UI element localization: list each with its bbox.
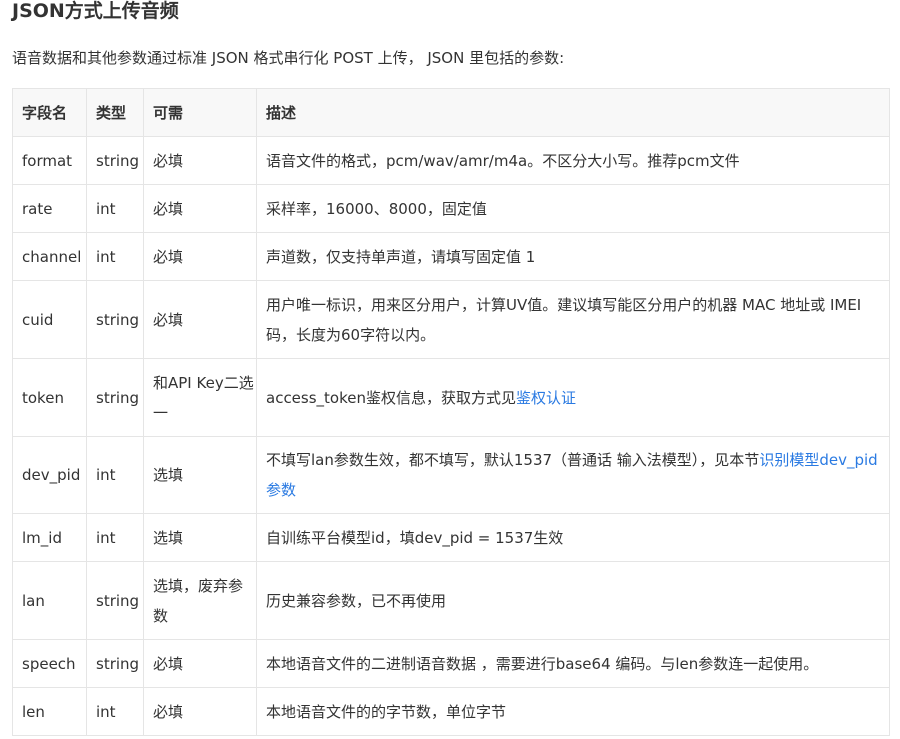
table-header-row: 字段名 类型 可需 描述 (12, 88, 890, 137)
cell-description: 本地语音文件的二进制语音数据 ，需要进行base64 编码。与len参数连一起使… (256, 639, 890, 688)
table-row: lm_id int 选填 自训练平台模型id，填dev_pid = 1537生效 (12, 513, 890, 562)
intro-paragraph: 语音数据和其他参数通过标准 JSON 格式串行化 POST 上传， JSON 里… (12, 49, 565, 67)
cell-name: cuid (12, 280, 87, 359)
cell-required: 和API Key二选一 (143, 358, 257, 437)
cell-description: 用户唯一标识，用来区分用户，计算UV值。建议填写能区分用户的机器 MAC 地址或… (256, 280, 890, 359)
cell-type: int (86, 687, 144, 736)
table-row: speech string 必填 本地语音文件的二进制语音数据 ，需要进行bas… (12, 639, 890, 688)
cell-type: int (86, 436, 144, 514)
cell-required: 必填 (143, 687, 257, 736)
table-row: dev_pid int 选填 不填写lan参数生效，都不填写，默认1537（普通… (12, 436, 890, 514)
cell-type: string (86, 561, 144, 640)
cell-required: 选填 (143, 436, 257, 514)
cell-required: 选填，废弃参数 (143, 561, 257, 640)
cell-type: string (86, 639, 144, 688)
header-field-name: 字段名 (12, 88, 87, 137)
cell-type: string (86, 280, 144, 359)
cell-required: 必填 (143, 136, 257, 185)
cell-required: 必填 (143, 184, 257, 233)
cell-description: 本地语音文件的的字节数，单位字节 (256, 687, 890, 736)
description-text: access_token鉴权信息，获取方式见 (266, 388, 516, 407)
cell-name: format (12, 136, 87, 185)
table-row: token string 和API Key二选一 access_token鉴权信… (12, 358, 890, 437)
cell-required: 必填 (143, 280, 257, 359)
cell-name: len (12, 687, 87, 736)
cell-type: string (86, 136, 144, 185)
table-row: channel int 必填 声道数，仅支持单声道，请填写固定值 1 (12, 232, 890, 281)
cell-name: channel (12, 232, 87, 281)
cell-description: 声道数，仅支持单声道，请填写固定值 1 (256, 232, 890, 281)
cell-description: 自训练平台模型id，填dev_pid = 1537生效 (256, 513, 890, 562)
cell-type: int (86, 232, 144, 281)
cell-description: 采样率，16000、8000，固定值 (256, 184, 890, 233)
table-row: lan string 选填，废弃参数 历史兼容参数，已不再使用 (12, 561, 890, 640)
header-description: 描述 (256, 88, 890, 137)
table-row: cuid string 必填 用户唯一标识，用来区分用户，计算UV值。建议填写能… (12, 280, 890, 359)
table-row: rate int 必填 采样率，16000、8000，固定值 (12, 184, 890, 233)
document: JSON方式上传音频 语音数据和其他参数通过标准 JSON 格式串行化 POST… (0, 0, 900, 739)
cell-type: int (86, 184, 144, 233)
header-type: 类型 (86, 88, 144, 137)
auth-doc-link[interactable]: 鉴权认证 (516, 389, 576, 407)
cell-required: 必填 (143, 232, 257, 281)
cell-description: 语音文件的格式，pcm/wav/amr/m4a。不区分大小写。推荐pcm文件 (256, 136, 890, 185)
header-required: 可需 (143, 88, 257, 137)
cell-name: lm_id (12, 513, 87, 562)
description-text: 不填写lan参数生效，都不填写，默认1537（普通话 输入法模型），见本节 (266, 451, 760, 469)
cell-type: int (86, 513, 144, 562)
cell-name: lan (12, 561, 87, 640)
cell-type: string (86, 358, 144, 437)
page-title: JSON方式上传音频 (12, 0, 179, 22)
cell-name: token (12, 358, 87, 437)
table-row: format string 必填 语音文件的格式，pcm/wav/amr/m4a… (12, 136, 890, 185)
cell-required: 选填 (143, 513, 257, 562)
cell-description: access_token鉴权信息，获取方式见鉴权认证 (256, 358, 890, 437)
cell-description: 历史兼容参数，已不再使用 (256, 561, 890, 640)
parameters-table: 字段名 类型 可需 描述 format string 必填 语音文件的格式，pc… (12, 88, 890, 736)
cell-description: 不填写lan参数生效，都不填写，默认1537（普通话 输入法模型），见本节识别模… (256, 436, 890, 514)
cell-name: dev_pid (12, 436, 87, 514)
cell-name: rate (12, 184, 87, 233)
cell-required: 必填 (143, 639, 257, 688)
table-row: len int 必填 本地语音文件的的字节数，单位字节 (12, 687, 890, 736)
cell-name: speech (12, 639, 87, 688)
